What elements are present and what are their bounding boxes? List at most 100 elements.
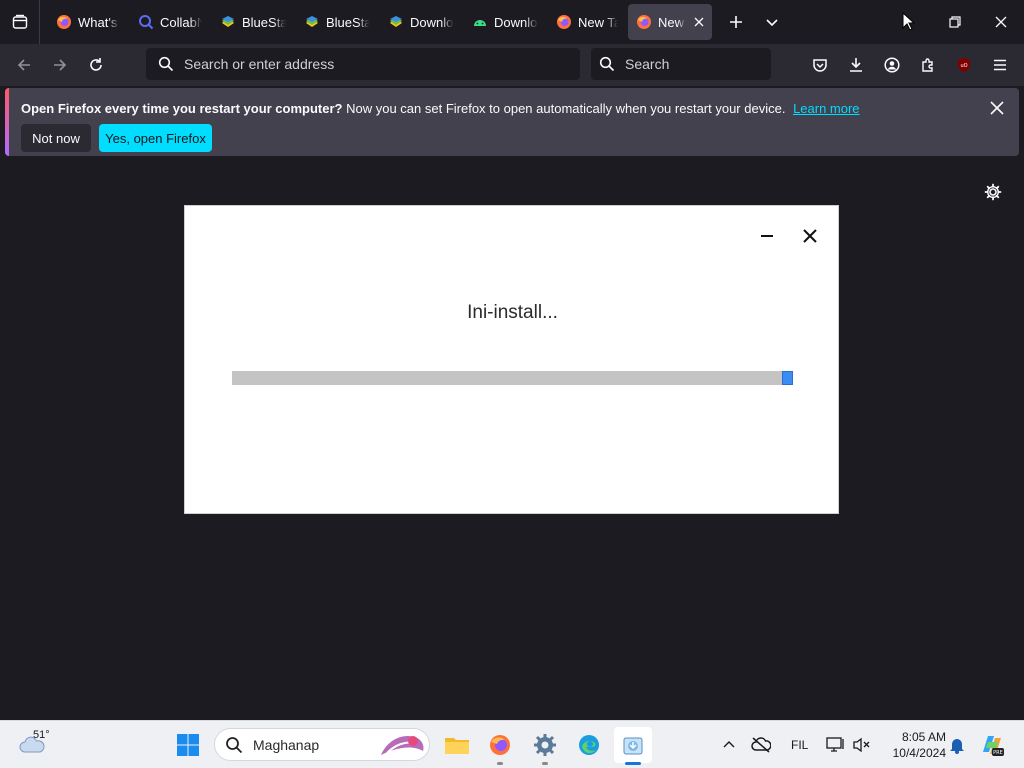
arrow-right-icon: [54, 59, 67, 71]
search-icon: [226, 736, 243, 753]
android-icon: [472, 14, 488, 30]
search-icon: [158, 56, 174, 72]
tab[interactable]: BlueStacks: [296, 4, 378, 40]
ublock-button[interactable]: uO: [946, 49, 982, 81]
settings-running-indicator: [542, 762, 548, 765]
taskbar-search[interactable]: Maghanap: [214, 728, 430, 761]
install-status-text: Ini-install...: [467, 302, 558, 323]
installer-taskbar-button[interactable]: [614, 727, 652, 763]
firefox-icon: [636, 14, 652, 30]
bell-icon: [950, 739, 964, 754]
address-bar-placeholder: Search or enter address: [184, 56, 335, 72]
close-window-button[interactable]: [978, 0, 1024, 44]
address-bar[interactable]: Search or enter address: [146, 48, 580, 80]
taskbar: 51° Maghanap FIL 8:05 AM 10/4/2024 PRE: [0, 720, 1024, 768]
folder-icon: [445, 738, 469, 754]
new-tab-settings-button[interactable]: [983, 182, 1003, 202]
tab-label: What's new: [78, 14, 120, 30]
puzzle-icon: [922, 58, 933, 72]
firefox-icon: [556, 14, 572, 30]
installer-minimize-button[interactable]: [755, 224, 779, 248]
extensions-button[interactable]: [910, 49, 946, 81]
restore-window-button[interactable]: [932, 0, 978, 44]
weather-temperature: 51°: [33, 729, 50, 741]
plus-icon: [730, 16, 742, 28]
bluestacks-icon: [220, 14, 236, 30]
installer-active-indicator: [625, 762, 641, 765]
volume-button[interactable]: [846, 729, 878, 761]
tab-active[interactable]: New Tab: [628, 4, 712, 40]
gear-icon: [534, 734, 556, 756]
notification-message: Open Firefox every time you restart your…: [21, 101, 860, 116]
settings-taskbar-button[interactable]: [529, 729, 561, 761]
tab[interactable]: Download: [464, 4, 546, 40]
tab-label: CollabNet: [160, 14, 202, 30]
minimize-icon: [761, 235, 773, 237]
firefox-taskbar-button[interactable]: [484, 729, 516, 761]
open-firefox-button[interactable]: Yes, open Firefox: [99, 124, 212, 152]
search-highlight-icon: [381, 735, 424, 755]
minimize-window-button[interactable]: [886, 0, 932, 44]
downloads-button[interactable]: [838, 49, 874, 81]
tab[interactable]: CollabNet: [130, 4, 210, 40]
tab[interactable]: Download: [380, 4, 462, 40]
learn-more-link[interactable]: Learn more: [793, 101, 859, 116]
svg-text:PRE: PRE: [993, 750, 1003, 756]
tab-label: BlueStacks: [326, 14, 370, 30]
notifications-button[interactable]: [941, 729, 973, 761]
hamburger-menu-icon: [994, 59, 1006, 71]
notification-bar: Open Firefox every time you restart your…: [5, 88, 1019, 156]
system-clock[interactable]: 8:05 AM 10/4/2024: [880, 729, 946, 761]
search-bar-placeholder: Search: [625, 56, 670, 72]
app-menu-button[interactable]: [982, 49, 1018, 81]
new-tab-button[interactable]: [718, 4, 754, 40]
edge-taskbar-button[interactable]: [573, 729, 605, 761]
tab[interactable]: BlueStacks: [212, 4, 294, 40]
account-button[interactable]: [874, 49, 910, 81]
input-language[interactable]: FIL: [791, 738, 808, 752]
tab-list: What's new CollabNet BlueStacks BlueStacks D…: [40, 0, 714, 44]
installer-close-button[interactable]: [798, 224, 822, 248]
network-icon: [826, 737, 844, 752]
toolbar-actions: uO: [802, 49, 1018, 81]
edge-icon: [579, 735, 599, 755]
windows-logo-icon: [177, 734, 199, 756]
notification-body: Now you can set Firefox to open automati…: [346, 101, 786, 116]
tab[interactable]: New Tab: [548, 4, 626, 40]
gear-icon: [984, 183, 1002, 201]
close-icon: [990, 101, 1004, 115]
firefox-view-button[interactable]: [0, 0, 40, 44]
reload-button[interactable]: [78, 49, 114, 81]
mouse-cursor-icon: [902, 12, 916, 31]
firefox-icon: [56, 14, 72, 30]
tab-label: New Tab: [578, 14, 618, 30]
chevron-down-icon: [766, 19, 778, 27]
show-hidden-icons-button[interactable]: [713, 729, 745, 761]
pocket-button[interactable]: [802, 49, 838, 81]
tab-label: New Tab: [658, 14, 686, 30]
copilot-button[interactable]: PRE: [976, 729, 1008, 761]
search-bar[interactable]: Search: [591, 48, 771, 80]
firefox-running-indicator: [497, 762, 503, 765]
forward-button[interactable]: [42, 49, 78, 81]
firefox-icon: [490, 735, 510, 755]
install-progress-indicator: [782, 371, 793, 385]
list-all-tabs-button[interactable]: [754, 4, 790, 40]
back-button[interactable]: [6, 49, 42, 81]
close-icon: [995, 16, 1007, 28]
installer-app-icon: [623, 737, 643, 755]
tab[interactable]: What's new: [48, 4, 128, 40]
start-button[interactable]: [172, 729, 204, 761]
onedrive-button[interactable]: [745, 729, 777, 761]
notification-accent: [5, 88, 9, 156]
notification-close-button[interactable]: [987, 98, 1007, 118]
search-icon: [599, 56, 615, 72]
file-explorer-button[interactable]: [441, 729, 473, 761]
cloud-offline-icon: [751, 737, 771, 753]
not-now-button[interactable]: Not now: [21, 124, 91, 152]
tab-label: BlueStacks: [242, 14, 286, 30]
reload-icon: [90, 58, 102, 71]
tab-close-button[interactable]: [694, 15, 704, 30]
pocket-icon: [813, 59, 827, 72]
svg-text:uO: uO: [960, 63, 967, 69]
